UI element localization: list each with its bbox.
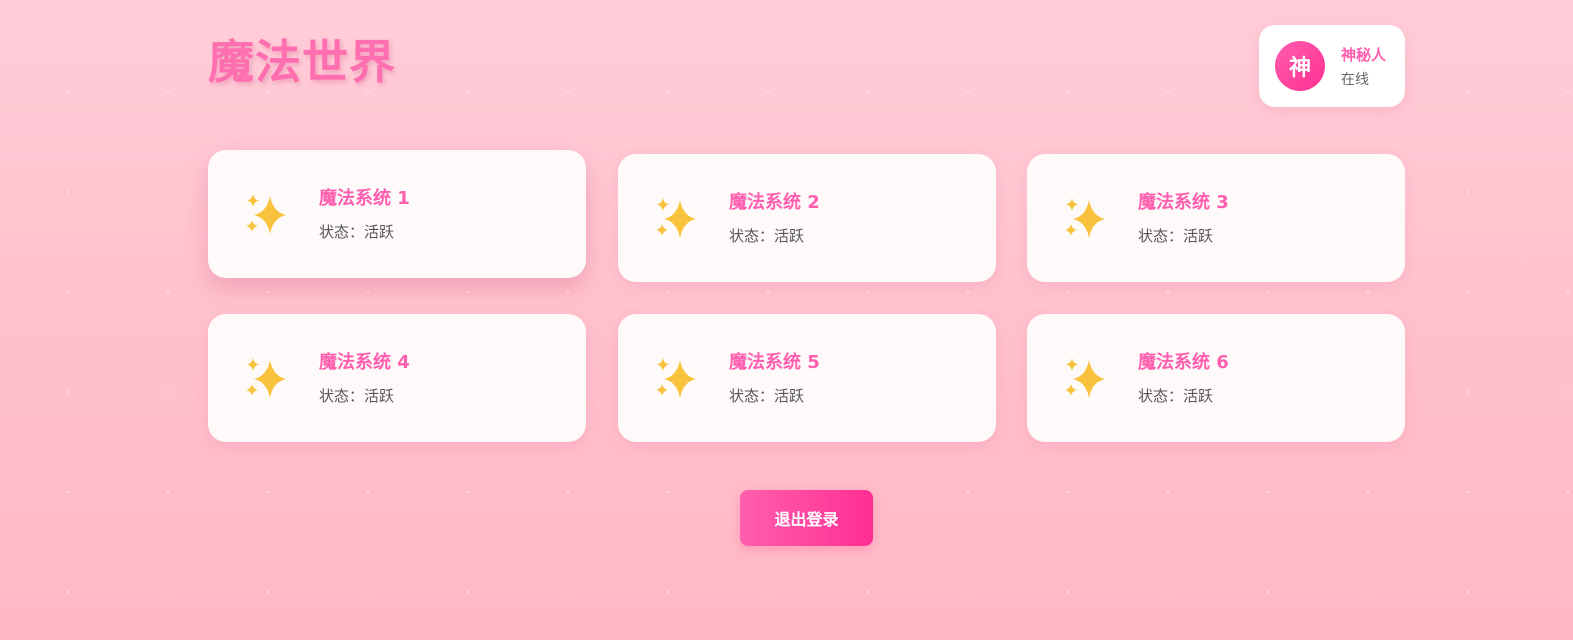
sparkles-icon <box>656 358 696 398</box>
card-title: 魔法系统 2 <box>729 192 820 213</box>
magic-system-card-4[interactable]: 魔法系统 4 状态：活跃 <box>208 314 586 442</box>
card-title: 魔法系统 4 <box>319 352 410 373</box>
card-title: 魔法系统 1 <box>319 188 410 209</box>
sparkles-icon <box>246 194 286 234</box>
card-status: 状态：活跃 <box>729 387 805 405</box>
sparkles-icon <box>246 358 286 398</box>
card-title: 魔法系统 3 <box>1138 192 1229 213</box>
user-name: 神秘人 <box>1341 46 1387 64</box>
card-status: 状态：活跃 <box>1138 387 1214 405</box>
card-status: 状态：活跃 <box>319 223 395 241</box>
card-status: 状态：活跃 <box>729 227 805 245</box>
magic-system-card-2[interactable]: 魔法系统 2 状态：活跃 <box>618 154 996 282</box>
user-online-status: 在线 <box>1341 72 1369 88</box>
sparkles-icon <box>1065 358 1105 398</box>
card-title: 魔法系统 6 <box>1138 352 1229 373</box>
sparkles-icon <box>1065 198 1105 238</box>
magic-system-card-1[interactable]: 魔法系统 1 状态：活跃 <box>208 150 586 278</box>
magic-system-card-3[interactable]: 魔法系统 3 状态：活跃 <box>1027 154 1405 282</box>
user-profile-card[interactable]: 神 神秘人 在线 <box>1259 25 1405 107</box>
page-title: 魔法世界 <box>208 35 396 89</box>
sparkles-icon <box>656 198 696 238</box>
logout-button[interactable]: 退出登录 <box>740 490 873 546</box>
card-status: 状态：活跃 <box>1138 227 1214 245</box>
magic-system-card-5[interactable]: 魔法系统 5 状态：活跃 <box>618 314 996 442</box>
card-title: 魔法系统 5 <box>729 352 820 373</box>
avatar: 神 <box>1275 41 1325 91</box>
card-status: 状态：活跃 <box>319 387 395 405</box>
magic-system-card-6[interactable]: 魔法系统 6 状态：活跃 <box>1027 314 1405 442</box>
